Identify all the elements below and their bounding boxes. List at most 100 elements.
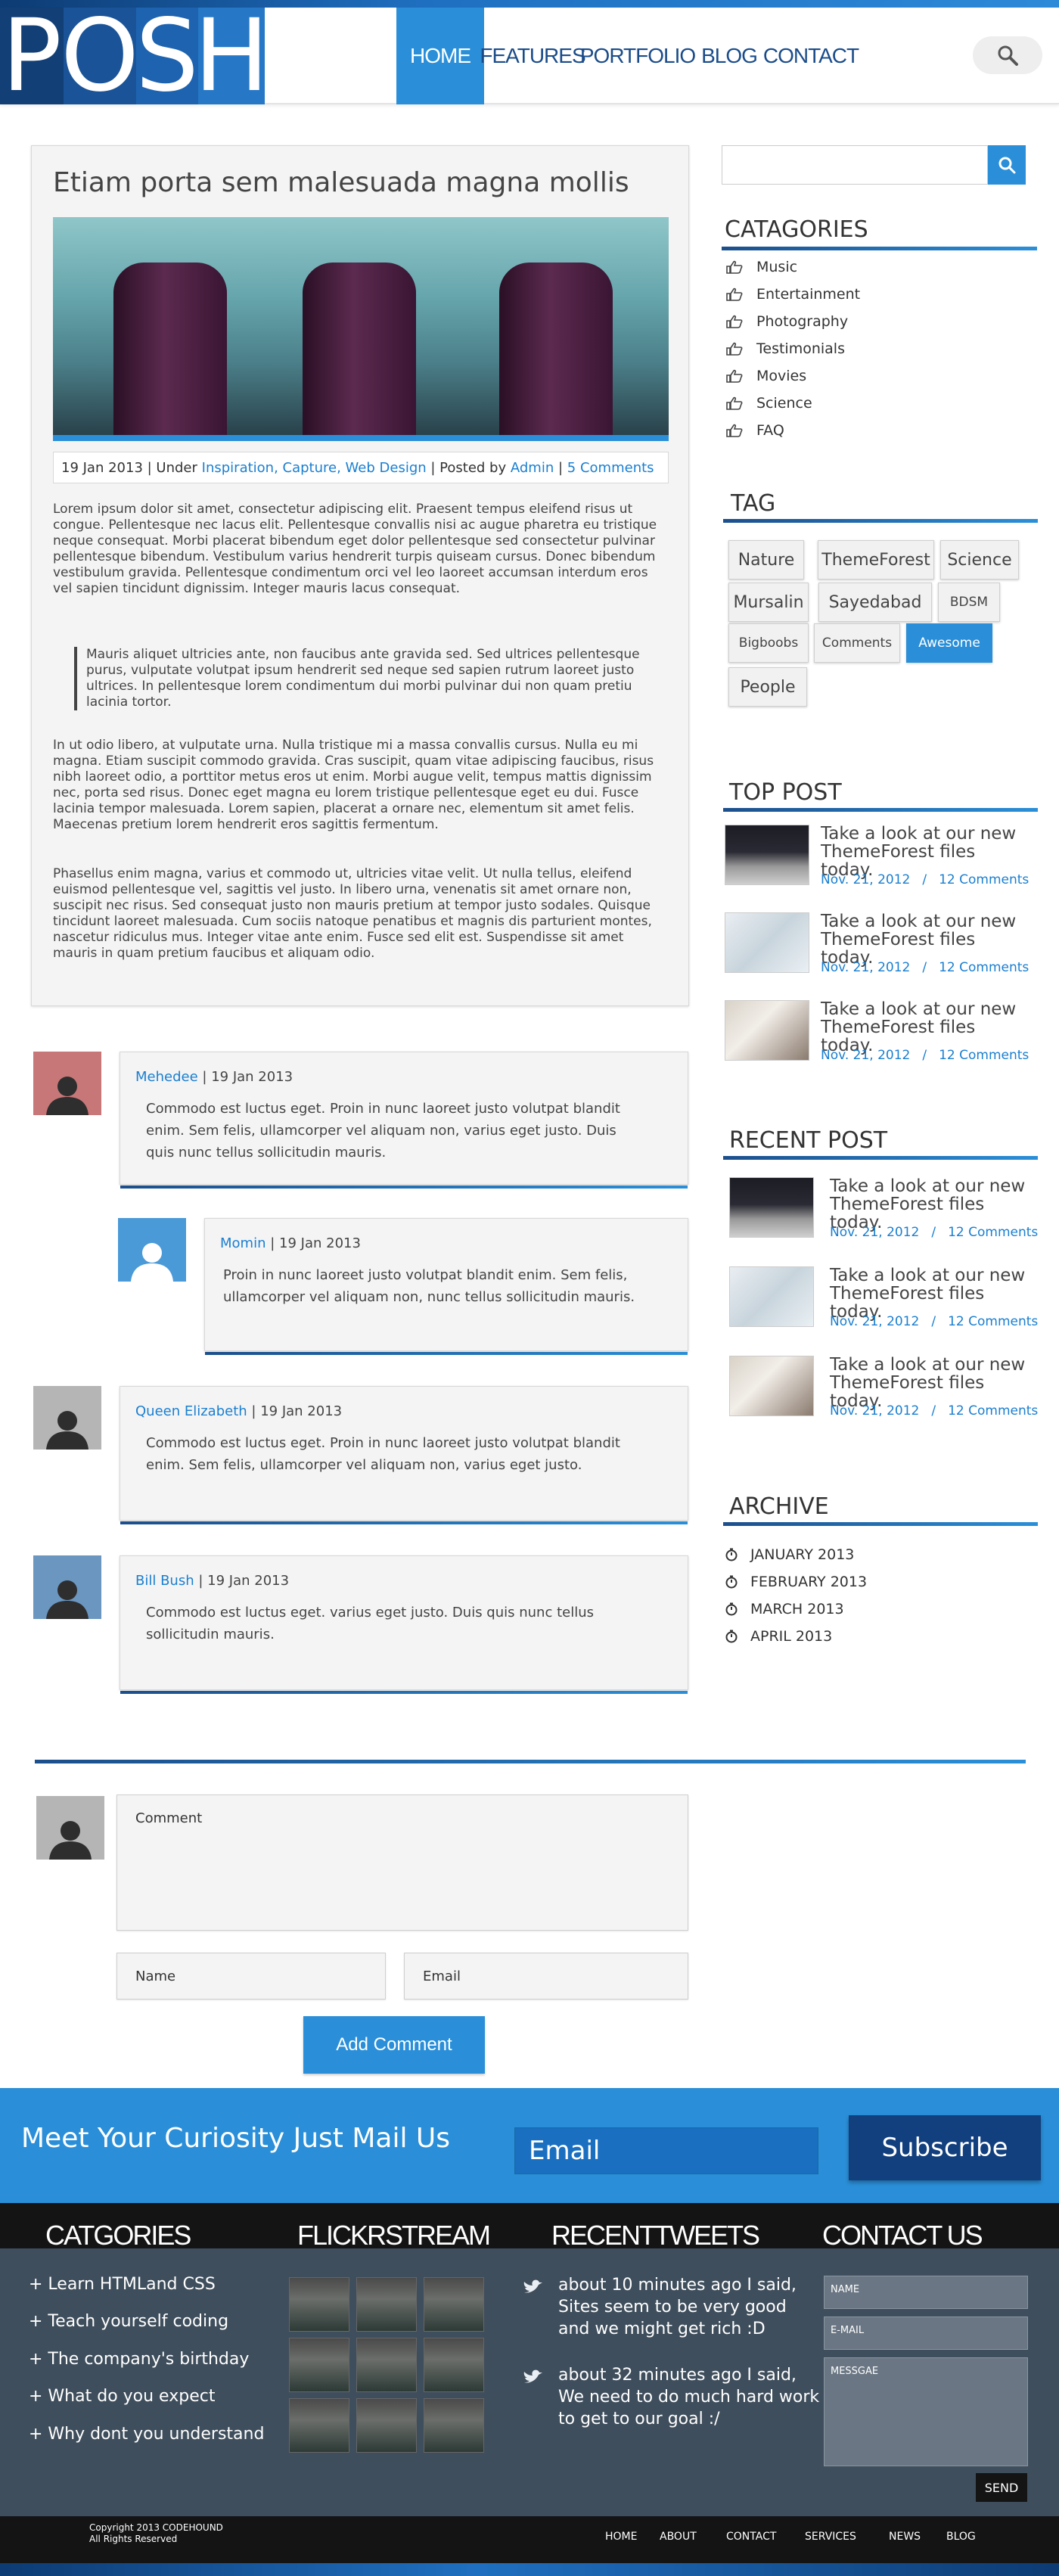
post-date[interactable]: Nov. 21, 2012 (830, 1225, 919, 1240)
top-post-link[interactable]: Take a look at our new ThemeForest files… (821, 825, 1029, 879)
name-input[interactable]: Name (116, 1953, 386, 2000)
top-post-thumbnail[interactable] (725, 912, 809, 973)
header-search-button[interactable] (973, 36, 1042, 74)
bottom-nav-blog[interactable]: BLOG (946, 2531, 976, 2543)
post-meta-separator: / (931, 1225, 936, 1240)
nav-blog[interactable]: BLOG (694, 8, 764, 104)
tag-bdsm[interactable]: BDSM (938, 583, 1000, 622)
archive-item[interactable]: FEBRUARY 2013 (725, 1574, 867, 1590)
article-title[interactable]: Etiam porta sem malesuada magna mollis (53, 167, 629, 198)
comment-author-link[interactable]: Momin (220, 1235, 266, 1251)
post-meta-separator: / (922, 1048, 927, 1063)
sidebar-search-button[interactable] (988, 145, 1026, 185)
category-item[interactable]: FAQ (726, 422, 784, 439)
contact-email-input[interactable]: E-MAIL (824, 2317, 1028, 2350)
sidebar-search-input[interactable] (722, 145, 988, 185)
post-date[interactable]: Nov. 21, 2012 (830, 1314, 919, 1329)
tag-comments[interactable]: Comments (814, 623, 900, 663)
tag-nature[interactable]: Nature (728, 540, 804, 580)
tag-themeforest[interactable]: ThemeForest (818, 540, 934, 580)
bottom-nav-home[interactable]: HOME (605, 2531, 637, 2543)
logo[interactable]: P O S H (0, 0, 269, 114)
category-item[interactable]: Testimonials (726, 340, 845, 357)
category-item[interactable]: Entertainment (726, 286, 860, 303)
title-underline (722, 247, 1037, 250)
post-date[interactable]: Nov. 21, 2012 (821, 960, 910, 975)
add-comment-button[interactable]: Add Comment (303, 2016, 485, 2074)
post-date[interactable]: Nov. 21, 2012 (821, 1048, 910, 1063)
post-comments-link[interactable]: 12 Comments (939, 960, 1029, 975)
recent-post-link[interactable]: Take a look at our new ThemeForest files… (830, 1356, 1038, 1410)
bottom-nav-news[interactable]: NEWS (889, 2531, 921, 2543)
flickr-photo[interactable] (289, 2338, 349, 2392)
comment-author-link[interactable]: Bill Bush (135, 1573, 194, 1589)
comment-textarea[interactable]: Comment (116, 1794, 688, 1931)
post-comments-link[interactable]: 12 Comments (948, 1225, 1038, 1240)
article-blockquote: Mauris aliquet ultricies ante, non fauci… (74, 647, 669, 710)
category-item[interactable]: Photography (726, 313, 848, 330)
archive-item[interactable]: APRIL 2013 (725, 1628, 832, 1645)
tag-mursalin[interactable]: Mursalin (728, 583, 809, 622)
post-comments-link[interactable]: 12 Comments (939, 872, 1029, 887)
email-input[interactable]: Email (404, 1953, 688, 2000)
flickr-photo[interactable] (356, 2338, 417, 2392)
recent-post-thumbnail[interactable] (729, 1266, 814, 1327)
bottom-nav-services[interactable]: SERVICES (805, 2531, 856, 2543)
nav-portfolio[interactable]: PORTFOLIO (580, 8, 696, 104)
contact-message-input[interactable]: MESSGAE (824, 2357, 1028, 2466)
newsletter-email-input[interactable]: Email (514, 2127, 818, 2174)
contact-name-input[interactable]: NAME (824, 2276, 1028, 2309)
flickr-photo[interactable] (356, 2398, 417, 2453)
bottom-nav-contact[interactable]: CONTACT (726, 2531, 776, 2543)
footer-link[interactable]: + Why dont you understand (29, 2425, 264, 2444)
nav-features[interactable]: FEATURES (480, 8, 585, 104)
subscribe-button[interactable]: Subscribe (849, 2115, 1041, 2180)
article-categories-link[interactable]: Inspiration, Capture, Web Design (202, 460, 427, 476)
footer-link[interactable]: + The company's birthday (29, 2350, 249, 2369)
category-item[interactable]: Science (726, 395, 812, 412)
logo-letter: S (135, 0, 199, 114)
top-post-link[interactable]: Take a look at our new ThemeForest files… (821, 1000, 1029, 1055)
tag-people[interactable]: People (728, 667, 807, 707)
comment-author-link[interactable]: Mehedee (135, 1069, 198, 1085)
post-comments-link[interactable]: 12 Comments (948, 1314, 1038, 1329)
flickr-photo[interactable] (424, 2338, 484, 2392)
tag-science[interactable]: Science (940, 540, 1019, 580)
site-header: P O S H HOME FEATURES PORTFOLIO BLOG CON… (0, 0, 1059, 114)
article-comments-link[interactable]: 5 Comments (567, 460, 654, 476)
tag-bigboobs[interactable]: Bigboobs (728, 623, 809, 663)
avatar (33, 1555, 101, 1619)
nav-home[interactable]: HOME (396, 8, 484, 104)
bottom-nav-about[interactable]: ABOUT (660, 2531, 697, 2543)
recent-post-link[interactable]: Take a look at our new ThemeForest files… (830, 1266, 1038, 1321)
tag-awesome[interactable]: Awesome (906, 623, 992, 663)
recent-post-thumbnail[interactable] (729, 1177, 814, 1238)
contact-send-button[interactable]: SEND (976, 2473, 1027, 2502)
top-post-thumbnail[interactable] (725, 1000, 809, 1061)
top-post-thumbnail[interactable] (725, 825, 809, 885)
footer-link[interactable]: + Teach yourself coding (29, 2312, 228, 2331)
archive-item[interactable]: JANUARY 2013 (725, 1546, 854, 1563)
nav-contact[interactable]: CONTACT (763, 8, 859, 104)
tag-sayedabad[interactable]: Sayedabad (818, 583, 932, 622)
flickr-photo[interactable] (424, 2398, 484, 2453)
flickr-photo[interactable] (356, 2277, 417, 2332)
bird-icon (523, 2279, 542, 2293)
category-item[interactable]: Movies (726, 368, 806, 384)
post-date[interactable]: Nov. 21, 2012 (830, 1403, 919, 1419)
post-comments-link[interactable]: 12 Comments (948, 1403, 1038, 1419)
flickr-photo[interactable] (289, 2398, 349, 2453)
flickr-photo[interactable] (289, 2277, 349, 2332)
footer-link[interactable]: + Learn HTMLand CSS (29, 2275, 216, 2294)
post-date[interactable]: Nov. 21, 2012 (821, 872, 910, 887)
top-post-link[interactable]: Take a look at our new ThemeForest files… (821, 912, 1029, 967)
article-author-link[interactable]: Admin (511, 460, 554, 476)
category-item[interactable]: Music (726, 259, 797, 275)
recent-post-link[interactable]: Take a look at our new ThemeForest files… (830, 1177, 1038, 1232)
comment-author-link[interactable]: Queen Elizabeth (135, 1403, 247, 1419)
post-comments-link[interactable]: 12 Comments (939, 1048, 1029, 1063)
recent-post-thumbnail[interactable] (729, 1356, 814, 1416)
flickr-photo[interactable] (424, 2277, 484, 2332)
archive-item[interactable]: MARCH 2013 (725, 1601, 844, 1617)
footer-link[interactable]: + What do you expect (29, 2387, 215, 2406)
